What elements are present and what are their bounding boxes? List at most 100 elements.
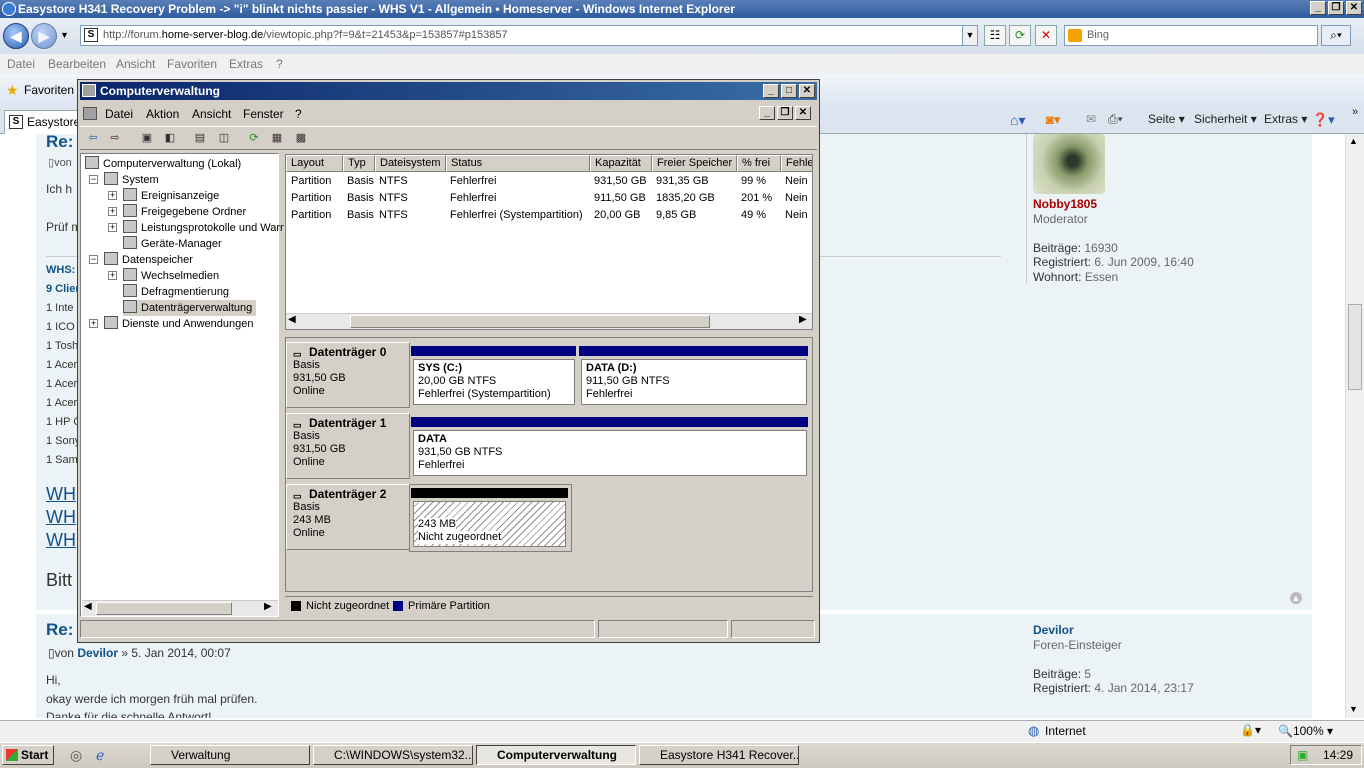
expand-icon[interactable]: + <box>108 191 117 200</box>
avatar[interactable] <box>1033 134 1105 194</box>
signature-link[interactable]: WH <box>46 484 76 505</box>
close-button[interactable]: ✕ <box>1346 1 1362 15</box>
post-author[interactable]: Devilor <box>1033 623 1074 637</box>
print-icon[interactable]: ⎙▾ <box>1108 112 1123 127</box>
quicklaunch-browser-icon[interactable]: ℯ <box>96 747 104 764</box>
column-header-prozent-frei[interactable]: % frei <box>737 155 781 172</box>
scroll-thumb[interactable] <box>96 602 232 615</box>
favorites-button[interactable]: Favoriten <box>24 83 74 97</box>
column-header-freier-speicher[interactable]: Freier Speicher <box>652 155 737 172</box>
menu-ansicht[interactable]: Ansicht <box>116 54 155 74</box>
collapse-icon[interactable]: − <box>89 175 98 184</box>
address-dropdown-icon[interactable]: ▼ <box>962 25 978 46</box>
scroll-right-icon[interactable]: ▶ <box>264 601 272 612</box>
disk-label-2[interactable]: ▭ Datenträger 2 Basis 243 MB Online <box>286 484 410 550</box>
tab-easystore[interactable]: S Easystore <box>4 110 82 134</box>
page-scrollbar[interactable]: ▲ ▼ <box>1345 134 1364 718</box>
help-icon[interactable]: ❓▾ <box>1312 112 1335 128</box>
scroll-right-icon[interactable]: ▶ <box>799 314 807 325</box>
tree-item-computerverwaltung[interactable]: Computerverwaltung (Lokal) <box>85 156 241 172</box>
mmc-close-button[interactable]: ✕ <box>799 84 815 98</box>
properties-icon[interactable]: ▤ <box>191 130 209 146</box>
scroll-down-icon[interactable]: ▼ <box>1349 704 1358 714</box>
history-dropdown-icon[interactable]: ▼ <box>60 30 69 40</box>
tree-item-datenspeicher[interactable]: Datenspeicher <box>104 252 193 268</box>
scroll-left-icon[interactable]: ◀ <box>288 314 296 325</box>
expand-icon[interactable]: + <box>108 271 117 280</box>
tree-item-wechselmedien[interactable]: Wechselmedien <box>123 268 219 284</box>
volume-sys-c[interactable]: SYS (C:) 20,00 GB NTFS Fehlerfrei (Syste… <box>413 359 575 405</box>
menu-extras-cmd[interactable]: Extras ▾ <box>1264 112 1307 126</box>
column-header-dateisystem[interactable]: Dateisystem <box>375 155 446 172</box>
forward-arrow-icon[interactable]: ⇨ <box>106 130 124 146</box>
column-header-typ[interactable]: Typ <box>343 155 375 172</box>
back-arrow-icon[interactable]: ⇦ <box>84 130 102 146</box>
tree-item-leistungsprotokolle[interactable]: Leistungsprotokolle und Warn <box>123 220 286 236</box>
protected-mode-icon[interactable]: 🔒▾ <box>1240 723 1261 737</box>
expand-icon[interactable]: + <box>108 207 117 216</box>
volume-unallocated[interactable]: 243 MB Nicht zugeordnet <box>413 501 566 547</box>
tree-item-datentraegerverwaltung[interactable]: Datenträgerverwaltung <box>123 300 257 316</box>
signature-link[interactable]: WH <box>46 530 76 551</box>
feeds-icon[interactable]: ◙▾ <box>1046 112 1060 128</box>
stop-icon[interactable]: ✕ <box>1035 25 1057 46</box>
expand-icon[interactable]: + <box>108 223 117 232</box>
refresh-icon[interactable]: ⟳ <box>245 130 263 146</box>
maximize-button[interactable]: ❐ <box>1328 1 1344 15</box>
column-header-layout[interactable]: Layout <box>286 155 343 172</box>
quicklaunch-ie-icon[interactable]: ◎ <box>70 747 82 764</box>
tree-item-system[interactable]: System <box>104 172 159 188</box>
mmc-menu-fenster[interactable]: Fenster <box>243 104 284 124</box>
search-icon[interactable]: ⌕▾ <box>1321 25 1351 46</box>
tree-item-ereignisanzeige[interactable]: Ereignisanzeige <box>123 188 219 204</box>
child-close-button[interactable]: ✕ <box>795 106 811 120</box>
scroll-thumb[interactable] <box>350 315 710 328</box>
volume-data[interactable]: DATA 931,50 GB NTFS Fehlerfrei <box>413 430 807 476</box>
settings-icon[interactable]: ▩ <box>292 130 310 146</box>
search-input[interactable]: Bing <box>1064 25 1318 46</box>
mmc-menu-aktion[interactable]: Aktion <box>146 104 179 124</box>
refresh-icon[interactable]: ⟳ <box>1009 25 1031 46</box>
compatibility-icon[interactable]: ☷ <box>984 25 1006 46</box>
post-author[interactable]: Nobby1805 <box>1033 197 1097 211</box>
collapse-icon[interactable]: − <box>89 255 98 264</box>
taskbar-item-computerverwaltung[interactable]: Computerverwaltung <box>476 745 636 765</box>
forward-icon[interactable]: ▶ <box>31 23 57 49</box>
list-horizontal-scrollbar[interactable]: ◀ ▶ <box>286 313 812 329</box>
show-tree-icon[interactable]: ◧ <box>161 130 179 146</box>
column-header-fehler[interactable]: Fehler <box>781 155 812 172</box>
tree-horizontal-scrollbar[interactable]: ◀ ▶ <box>82 600 278 616</box>
volume-data-d[interactable]: DATA (D:) 911,50 GB NTFS Fehlerfrei <box>581 359 807 405</box>
minimize-button[interactable]: _ <box>1310 1 1326 15</box>
expand-icon[interactable]: + <box>89 319 98 328</box>
scroll-up-icon[interactable]: ▲ <box>1349 136 1358 146</box>
signature-link[interactable]: WH <box>46 507 76 528</box>
menu-bearbeiten[interactable]: Bearbeiten <box>48 54 106 74</box>
column-header-status[interactable]: Status <box>446 155 590 172</box>
console-icon[interactable] <box>83 107 97 120</box>
column-header-kapazitaet[interactable]: Kapazität <box>590 155 652 172</box>
mmc-menu-help[interactable]: ? <box>295 104 302 124</box>
mmc-maximize-button[interactable]: □ <box>781 84 797 98</box>
tree-item-freigegebene-ordner[interactable]: Freigegebene Ordner <box>123 204 246 220</box>
export-list-icon[interactable]: ▦ <box>268 130 286 146</box>
disk-label-1[interactable]: ▭ Datenträger 1 Basis 931,50 GB Online <box>286 413 410 479</box>
home-icon[interactable]: ⌂▾ <box>1010 112 1025 129</box>
menu-datei[interactable]: Datei <box>7 54 35 74</box>
taskbar-item-verwaltung[interactable]: Verwaltung <box>150 745 310 765</box>
tray-network-icon[interactable]: ▣ <box>1297 746 1308 764</box>
more-tools-icon[interactable]: » <box>1352 106 1358 118</box>
scroll-thumb[interactable] <box>1348 304 1362 390</box>
mmc-menu-ansicht[interactable]: Ansicht <box>192 104 231 124</box>
start-button[interactable]: Start <box>2 745 54 765</box>
tree-item-geraete-manager[interactable]: Geräte-Manager <box>123 236 222 252</box>
menu-favoriten[interactable]: Favoriten <box>167 54 217 74</box>
scroll-left-icon[interactable]: ◀ <box>84 601 92 612</box>
zoom-control[interactable]: 🔍100% ▾ <box>1278 724 1333 738</box>
menu-help[interactable]: ? <box>276 54 283 74</box>
tree-item-dienste[interactable]: Dienste und Anwendungen <box>104 316 254 332</box>
post-title[interactable]: Re: <box>46 134 73 152</box>
post-title[interactable]: Re: <box>46 620 73 640</box>
address-bar[interactable]: http://forum.home-server-blog.de/viewtop… <box>80 25 978 46</box>
child-minimize-button[interactable]: _ <box>759 106 775 120</box>
